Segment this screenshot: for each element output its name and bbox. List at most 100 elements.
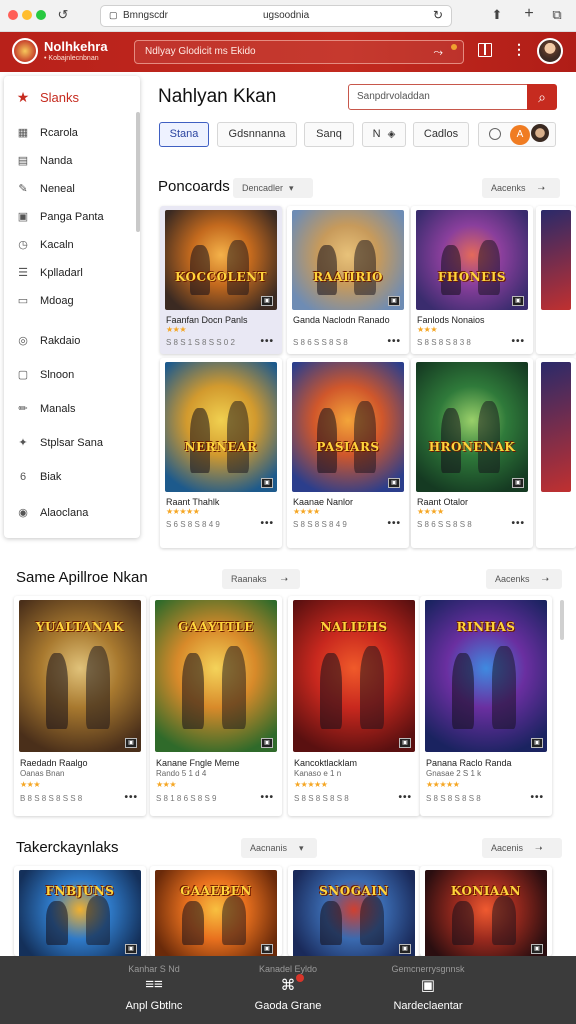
game-card[interactable]: RINHAS ▣ Panana Raclo Randa Gnasae 2 S 1 k ★… — [420, 596, 552, 816]
section2-action-label: Aacenks — [495, 574, 530, 584]
sidebar-scrollbar[interactable] — [136, 112, 140, 232]
chip-2[interactable]: Sanq — [304, 122, 354, 147]
hero-figure — [360, 645, 385, 730]
chip-1[interactable]: Gdsnnanna — [217, 122, 297, 147]
more-options-icon[interactable]: ••• — [260, 518, 274, 529]
game-card-peek[interactable] — [536, 358, 576, 548]
more-options-icon[interactable]: ••• — [511, 336, 525, 347]
share-icon[interactable]: ⬆ — [488, 7, 506, 23]
more-options-icon[interactable]: ••• — [260, 336, 274, 347]
more-vert-icon[interactable]: ⋮ — [512, 41, 526, 58]
bottom-nav: Kanhar S Nd ≡≡ Anpl Gbtlnc Kanadel Eyldo ⌘ Ga… — [0, 956, 576, 1024]
more-options-icon[interactable]: ••• — [398, 792, 412, 803]
more-options-icon[interactable]: ••• — [387, 336, 401, 347]
user-avatar[interactable] — [537, 38, 563, 64]
minimize-window-button[interactable] — [22, 10, 32, 20]
section1-action-label: Aacenks — [491, 183, 526, 193]
section2-action[interactable]: Aacenks ➝ — [486, 569, 562, 589]
sidebar-item-0[interactable]: ★ Slanks — [16, 88, 79, 106]
sidebar-item-3[interactable]: ✎ Neneal — [16, 180, 74, 198]
game-art-title: PASIARS — [316, 440, 380, 454]
game-card-peek[interactable] — [536, 206, 576, 354]
game-card[interactable]: GAAYTTLE ▣ Kanane Fngle Meme Rando 5 1 d 4 ★… — [150, 596, 282, 816]
rating-badge-icon: ▣ — [399, 944, 411, 954]
back-icon[interactable]: ↺ — [55, 7, 71, 23]
game-card[interactable]: NALIEHS ▣ Kancoktlacklam Kanaso e 1 n ★★★★★ S… — [288, 596, 420, 816]
game-art: RINHAS ▣ — [425, 600, 547, 752]
arrow-right-icon: ➝ — [535, 843, 543, 853]
bottom-nav-overlay: Gemcnerrysgnnsk — [391, 964, 465, 974]
game-card[interactable]: KONIAAN ▣ — [420, 866, 552, 956]
sidebar-item-2[interactable]: ▤ Nanda — [16, 152, 73, 170]
header-search-input[interactable]: Ndlyay Glodicit ms Ekido ⤳ — [134, 40, 464, 64]
game-card[interactable]: NERNEAR ▣ Raant Thahlk ★★★★★ S 6 S 8 S 8 4 9… — [160, 358, 282, 548]
section3-dropdown[interactable]: Aacnanis ▾ — [241, 838, 317, 858]
game-card[interactable]: KOCCOLENT ▣ Faanfan Docn Panls ★★★ S 8 S 1 S… — [160, 206, 282, 354]
game-card[interactable]: PASIARS ▣ Kaanae Nanlor ★★★★ S 8 S 8 S 8 4 9… — [287, 358, 409, 548]
section3-action[interactable]: Aacenis ➝ — [482, 838, 562, 858]
game-card[interactable]: GAAEBEN ▣ — [150, 866, 282, 956]
sidebar-item-7[interactable]: ▭ Mdoag — [16, 292, 74, 310]
main-search-input[interactable]: Sanpdrvoladdan — [348, 84, 528, 110]
notification-dot — [451, 44, 457, 50]
section1-dropdown[interactable]: Dencadler ▾ — [233, 178, 313, 198]
bottom-nav-label: Nardeclaentar — [393, 1000, 463, 1012]
game-card[interactable]: RAAIIRIO ▣ Ganda Naclodn Ranado S 8 6 S S 8… — [287, 206, 409, 354]
more-options-icon[interactable]: ••• — [124, 792, 138, 803]
section1-action[interactable]: Aacenks ➝ — [482, 178, 560, 198]
bottom-nav-item[interactable]: Kanadel Eyldo ⌘ Gaoda Grane — [228, 956, 348, 1024]
reload-icon[interactable]: ↻ — [433, 8, 443, 22]
maximize-window-button[interactable] — [36, 10, 46, 20]
more-options-icon[interactable]: ••• — [511, 518, 525, 529]
game-art: HRONENAK ▣ — [416, 362, 528, 492]
book-icon[interactable] — [478, 43, 492, 57]
rating-badge-icon: ▣ — [388, 296, 400, 306]
close-window-button[interactable] — [8, 10, 18, 20]
tabs-icon[interactable]: ⧉ — [548, 7, 566, 23]
page-scrollbar[interactable] — [560, 600, 564, 640]
target-icon — [489, 128, 501, 140]
new-tab-icon[interactable]: + — [520, 6, 538, 22]
bottom-nav-overlay: Kanadel Eyldo — [258, 964, 318, 974]
more-options-icon[interactable]: ••• — [387, 518, 401, 529]
sidebar-item-12[interactable]: 6 Biak — [16, 468, 61, 486]
game-art-title: HRONENAK — [428, 440, 516, 454]
hero-figure — [451, 900, 474, 945]
card-title: Raant Thahlk — [166, 497, 220, 507]
sidebar-item-13[interactable]: ◉ Alaoclana — [16, 504, 88, 522]
search-button[interactable]: ⌕ — [527, 84, 557, 110]
game-art-title: FHONEIS — [437, 270, 507, 284]
more-options-icon[interactable]: ••• — [530, 792, 544, 803]
sidebar-item-label: Biak — [40, 471, 62, 483]
chip-4[interactable]: Cadlos — [413, 122, 469, 147]
rating-badge-icon: ▣ — [125, 738, 137, 748]
shuffle-icon[interactable]: ⤳ — [433, 41, 443, 63]
bottom-nav-item[interactable]: Kanhar S Nd ≡≡ Anpl Gbtlnc — [94, 956, 214, 1024]
section2-dropdown[interactable]: Raanaks ➝ — [222, 569, 300, 589]
sidebar-item-11[interactable]: ✦ Stplsar Sana — [16, 434, 103, 452]
section-title-1: Poncoards — [158, 178, 230, 195]
game-card[interactable]: SNOGAIN ▣ — [288, 866, 420, 956]
bottom-nav-item[interactable]: Gemcnerrysgnnsk ▣ Nardeclaentar — [368, 956, 488, 1024]
sidebar-item-4[interactable]: ▣ Panga Panta — [16, 208, 104, 226]
chip-5[interactable]: A — [478, 122, 556, 147]
sidebar-item-6[interactable]: ☰ Kplladarl — [16, 264, 83, 282]
sidebar-item-8[interactable]: ◎ Rakdaio — [16, 332, 80, 350]
game-card[interactable]: FHONEIS ▣ Fanlods Nonaios ★★★ S 8 S 8 S 8 3 … — [411, 206, 533, 354]
rating-badge-icon: ▣ — [261, 478, 273, 488]
sidebar-item-10[interactable]: ✏ Manals — [16, 400, 75, 418]
chip-0[interactable]: Stana — [159, 122, 209, 147]
game-card[interactable]: HRONENAK ▣ Raant Otalor ★★★★ S 8 6 S S 8 S 8… — [411, 358, 533, 548]
more-options-icon[interactable]: ••• — [260, 792, 274, 803]
game-card[interactable]: YUALTANAK ▣ Raedadn Raalgo Oanas Bnan ★★★ B 8… — [14, 596, 146, 816]
sidebar-item-9[interactable]: ▢ Slnoon — [16, 366, 74, 384]
game-card[interactable]: FNBJUNS ▣ — [14, 866, 146, 956]
game-art: KONIAAN ▣ — [425, 870, 547, 956]
sidebar-item-5[interactable]: ◷ Kacaln — [16, 236, 73, 254]
rating-stars: ★★★ — [20, 780, 41, 789]
url-bar[interactable]: ▢ Bmngscdr ugsoodnia ↻ — [100, 5, 452, 27]
chip-3[interactable]: N ◈ — [362, 122, 406, 147]
app-logo[interactable] — [12, 38, 38, 64]
sidebar-item-1[interactable]: ▦ Rcarola — [16, 124, 78, 142]
rating-badge-icon: ▣ — [261, 738, 273, 748]
